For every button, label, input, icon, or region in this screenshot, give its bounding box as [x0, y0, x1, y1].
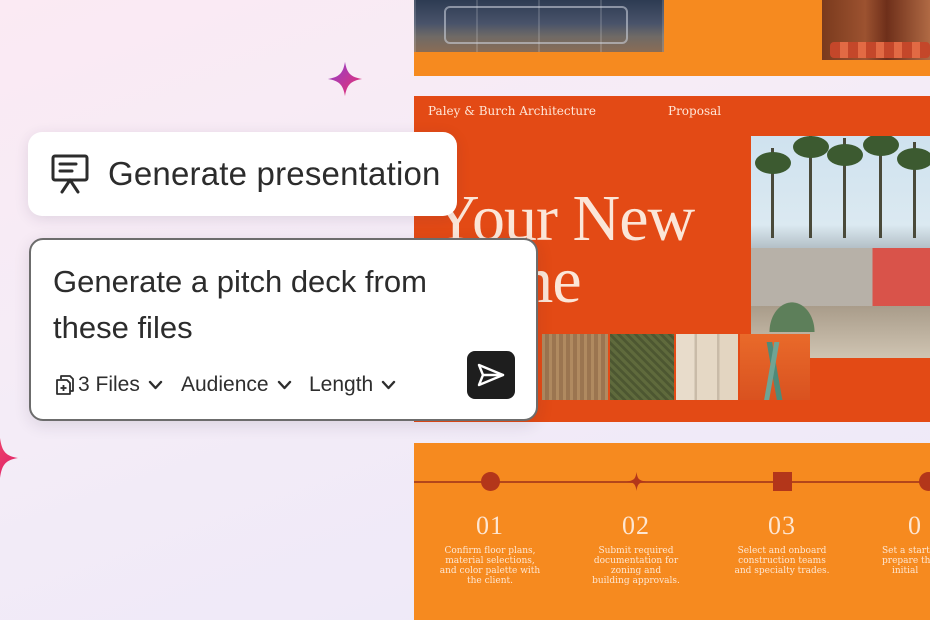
step-description: Set a start prepare th initial [882, 546, 930, 576]
presentation-icon [51, 154, 89, 194]
timeline-marker-circle [919, 472, 930, 491]
length-label: Length [309, 373, 374, 396]
step-description: Select and onboard construction teams and… [734, 546, 830, 576]
files-icon [56, 375, 74, 395]
prompt-text[interactable]: Generate a pitch deck from these files [53, 259, 473, 351]
slide-brand-name: Paley & Burch Architecture [428, 104, 596, 118]
step-number: 03 [768, 511, 796, 540]
chip-label: Generate presentation [108, 155, 441, 192]
sparkle-icon [327, 61, 363, 97]
send-icon [477, 363, 505, 387]
chevron-down-icon [148, 380, 163, 390]
slide-timeline[interactable]: 01 02 03 0 Confirm floor plans, material … [414, 443, 930, 620]
audience-label: Audience [181, 373, 269, 396]
audience-dropdown[interactable]: Audience [181, 371, 292, 399]
timeline-marker-star [627, 472, 646, 491]
slide-photo-exterior [822, 0, 930, 60]
generate-presentation-chip[interactable]: Generate presentation [28, 132, 457, 216]
slide-thumbnail-top[interactable] [414, 0, 930, 76]
slide-section-label: Proposal [668, 104, 722, 118]
sparkle-icon [0, 438, 18, 478]
step-number: 02 [622, 511, 650, 540]
step-number: 01 [476, 511, 504, 540]
chevron-down-icon [382, 380, 396, 390]
send-button[interactable] [467, 351, 515, 399]
length-dropdown[interactable]: Length [309, 371, 396, 399]
swatch-wood [542, 334, 608, 400]
prompt-input-card[interactable]: Generate a pitch deck from these files 3… [29, 238, 538, 421]
timeline-marker-circle [481, 472, 500, 491]
files-label: 3 Files [78, 373, 140, 396]
timeline-marker-square [773, 472, 792, 491]
swatch-fabric [610, 334, 674, 400]
slide-photo-interior [414, 0, 664, 52]
files-dropdown[interactable]: 3 Files [55, 371, 163, 399]
step-description: Submit required documentation for zoning … [592, 546, 680, 586]
swatch-agave [740, 334, 810, 400]
material-swatches [542, 334, 810, 400]
step-number: 0 [908, 511, 922, 540]
chevron-down-icon [277, 380, 291, 390]
step-description: Confirm floor plans, material selections,… [439, 546, 541, 586]
slide-hero-photo [751, 136, 930, 358]
swatch-tile [676, 334, 738, 400]
